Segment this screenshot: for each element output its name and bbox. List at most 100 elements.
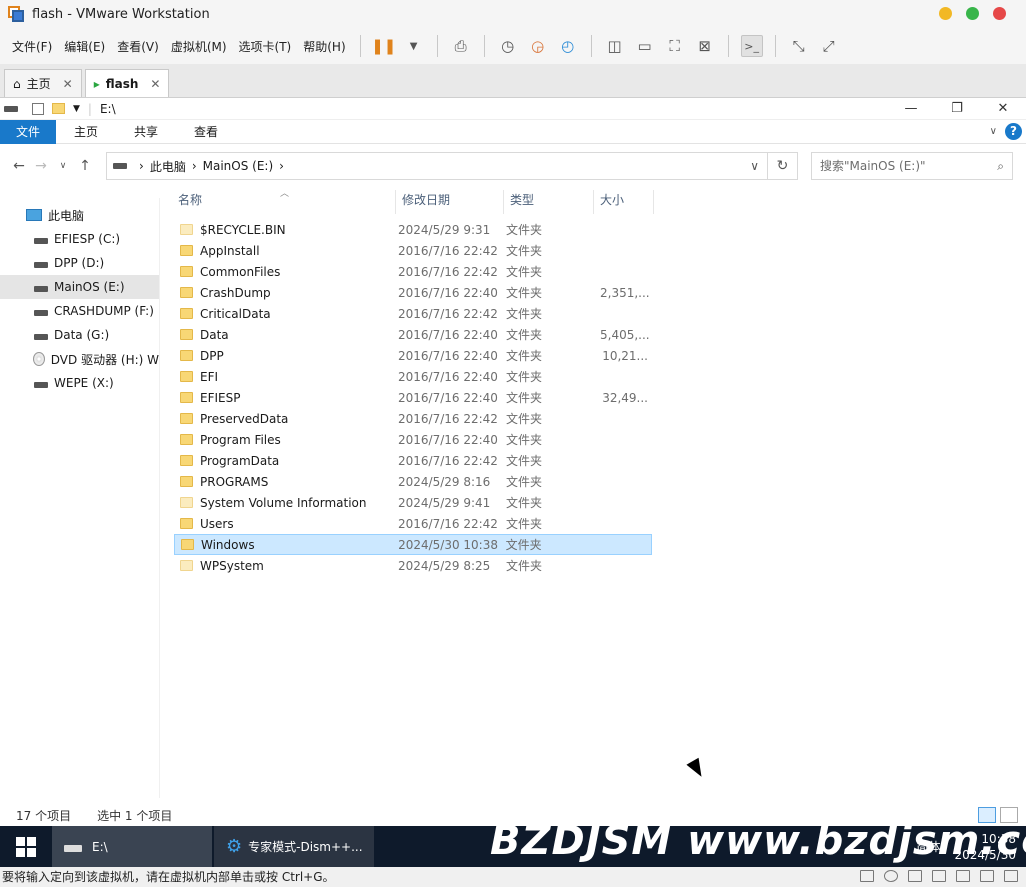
revert-snapshot-icon[interactable]: ◶ [527,35,549,57]
new-folder-icon[interactable] [52,103,65,114]
file-row[interactable]: $RECYCLE.BIN 2024/5/29 9:31 文件夹 [174,219,652,240]
autofit-icon[interactable]: ⤢ [818,35,840,57]
menu-tabs[interactable]: 选项卡(T) [233,38,298,55]
file-row[interactable]: Users 2016/7/16 22:42 文件夹 [174,513,652,534]
column-header-type[interactable]: 类型 [504,190,594,214]
menu-vm[interactable]: 虚拟机(M) [165,38,233,55]
tab-home[interactable]: ⌂ 主页 ✕ [4,69,82,97]
snapshot-icon[interactable]: ◷ [497,35,519,57]
file-row[interactable]: CommonFiles 2016/7/16 22:42 文件夹 [174,261,652,282]
file-row[interactable]: ProgramData 2016/7/16 22:42 文件夹 [174,450,652,471]
sidebar-item-wepe[interactable]: WEPE (X:) [0,371,159,395]
hard-disk-icon[interactable] [860,870,874,882]
ime-indicator[interactable]: 简体 [916,838,940,855]
details-view-icon[interactable] [978,807,996,823]
thumbnail-bar-icon[interactable]: ▭ [634,35,656,57]
tab-flash[interactable]: ▸ flash ✕ [84,69,170,97]
maximize-button[interactable] [966,7,979,20]
ribbon-tab-view[interactable]: 查看 [176,120,236,144]
column-header-name[interactable]: 名称 ︿ [172,189,396,214]
menu-edit[interactable]: 编辑(E) [58,38,111,55]
file-row[interactable]: PROGRAMS 2024/5/29 8:16 文件夹 [174,471,652,492]
dvd-icon [33,352,45,366]
ribbon-tab-share[interactable]: 共享 [116,120,176,144]
snapshot-manager-icon[interactable]: ◴ [557,35,579,57]
large-icons-view-icon[interactable] [1000,807,1018,823]
breadcrumb-mainos[interactable]: MainOS (E:) [203,159,274,173]
console-view-icon[interactable]: >_ [740,35,763,57]
cd-icon[interactable] [884,870,898,882]
close-icon[interactable]: ✕ [980,98,1026,120]
file-row[interactable]: Windows 2024/5/30 10:38 文件夹 [174,534,652,555]
minimize-icon[interactable]: — [888,98,934,120]
file-row[interactable]: AppInstall 2016/7/16 22:42 文件夹 [174,240,652,261]
breadcrumb-separator-icon[interactable]: › [192,159,197,173]
usb-icon[interactable] [956,870,970,882]
file-type-cell: 文件夹 [506,496,543,510]
properties-icon[interactable] [32,102,44,115]
up-icon[interactable]: ↑ [74,158,96,174]
file-row[interactable]: EFI 2016/7/16 22:40 文件夹 [174,366,652,387]
taskbar-item-dism[interactable]: ⚙ 专家模式-Dism++... [214,826,374,867]
column-header-size[interactable]: 大小 [594,190,654,214]
sidebar-item-this-pc[interactable]: 此电脑 [0,203,159,227]
menu-file[interactable]: 文件(F) [6,38,58,55]
refresh-icon[interactable]: ↻ [768,152,798,180]
file-row[interactable]: System Volume Information 2024/5/29 9:41 文… [174,492,652,513]
sidebar-item-data[interactable]: Data (G:) [0,323,159,347]
sidebar-item-mainos[interactable]: MainOS (E:) [0,275,159,299]
expand-ribbon-icon[interactable]: ∨ [990,126,997,137]
minimize-button[interactable] [939,7,952,20]
file-date-cell: 2024/5/30 10:38 [398,537,498,552]
taskbar-item-explorer[interactable]: E:\ [52,826,212,867]
display-icon[interactable] [1004,870,1018,882]
column-header-date[interactable]: 修改日期 [396,190,504,214]
clock[interactable]: 10:38 2024/5/30 [954,831,1016,863]
show-library-icon[interactable]: ◫ [604,35,626,57]
close-tab-icon[interactable]: ✕ [63,77,73,91]
sound-icon[interactable] [932,870,946,882]
file-row[interactable]: Data 2016/7/16 22:40 文件夹 5,405,... [174,324,652,345]
breadcrumb-this-pc[interactable]: 此电脑 [150,158,186,175]
stretch-guest-icon[interactable]: ⤡ [788,35,810,57]
ribbon-tab-home[interactable]: 主页 [56,120,116,144]
close-button[interactable] [993,7,1006,20]
pause-icon[interactable]: ❚❚ [371,35,396,57]
search-input[interactable]: 搜索"MainOS (E:)" ⌕ [811,152,1013,180]
fullscreen-icon[interactable]: ⛶ [664,35,686,57]
help-icon[interactable]: ? [1005,123,1022,140]
sidebar-item-crashdump[interactable]: CRASHDUMP (F:) [0,299,159,323]
file-row[interactable]: WPSystem 2024/5/29 8:25 文件夹 [174,555,652,576]
file-row[interactable]: PreservedData 2016/7/16 22:42 文件夹 [174,408,652,429]
file-date-cell: 2016/7/16 22:42 [398,306,498,321]
file-row[interactable]: Program Files 2016/7/16 22:40 文件夹 [174,429,652,450]
file-date-cell: 2016/7/16 22:40 [398,369,498,384]
close-tab-icon[interactable]: ✕ [150,77,160,91]
network-icon[interactable] [908,870,922,882]
breadcrumb-separator-icon[interactable]: › [139,159,144,173]
file-row[interactable]: CriticalData 2016/7/16 22:42 文件夹 [174,303,652,324]
send-ctrl-alt-del-icon[interactable]: ⎙ [450,35,472,57]
file-row[interactable]: DPP 2016/7/16 22:40 文件夹 10,21... [174,345,652,366]
sidebar-item-dpp[interactable]: DPP (D:) [0,251,159,275]
chevron-down-icon[interactable]: ▼ [403,35,425,57]
file-row[interactable]: EFIESP 2016/7/16 22:40 文件夹 32,49... [174,387,652,408]
menu-help[interactable]: 帮助(H) [297,38,351,55]
chevron-down-icon[interactable]: ▼ [73,104,80,114]
sidebar-item-efiesp[interactable]: EFIESP (C:) [0,227,159,251]
back-icon[interactable]: ← [8,158,30,174]
restore-icon[interactable]: ❐ [934,98,980,120]
breadcrumb-separator-icon[interactable]: › [279,159,284,173]
start-button[interactable] [0,826,52,867]
chevron-down-icon[interactable]: ∨ [750,159,759,173]
forward-icon[interactable]: → [30,158,52,174]
printer-icon[interactable] [980,870,994,882]
ribbon-tab-file[interactable]: 文件 [0,119,57,144]
unity-icon[interactable]: ⊠ [694,35,716,57]
sidebar-item-dvd[interactable]: DVD 驱动器 (H:) W [0,347,159,371]
address-bar[interactable]: › 此电脑 › MainOS (E:) › ∨ [106,152,768,180]
menu-view[interactable]: 查看(V) [111,38,165,55]
file-row[interactable]: CrashDump 2016/7/16 22:40 文件夹 2,351,... [174,282,652,303]
guest-screen[interactable]: ▼ | E:\ — ❐ ✕ 文件 主页 共享 查看 ∨ ? ← → ∨ ↑ › … [0,98,1026,826]
chevron-down-icon[interactable]: ∨ [52,161,74,171]
